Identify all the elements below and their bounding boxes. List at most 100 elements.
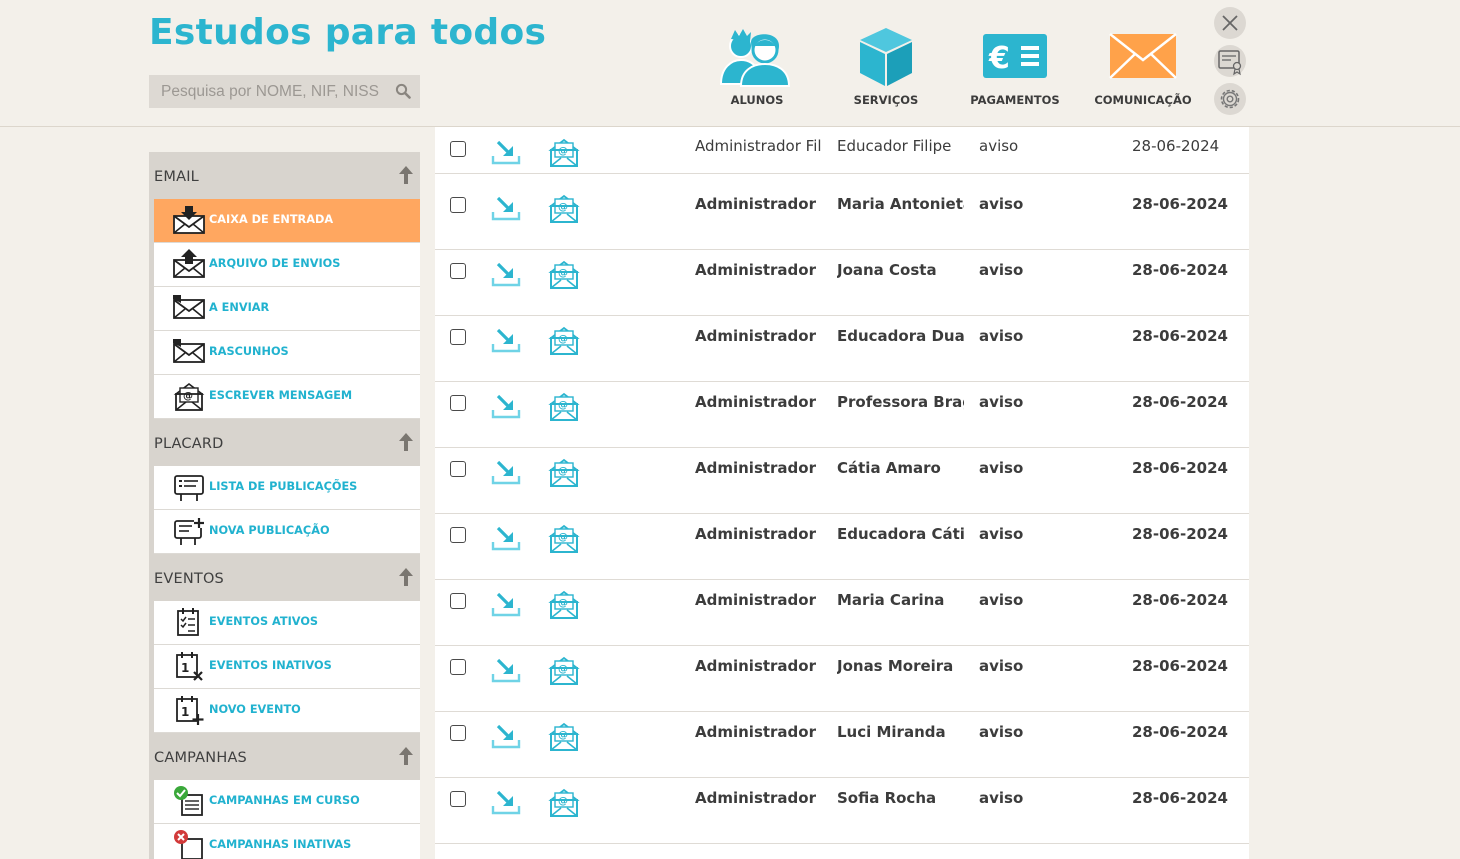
certificate-icon — [1218, 50, 1242, 76]
euro-icon: € — [981, 26, 1049, 90]
close-icon — [1222, 15, 1238, 31]
download-icon[interactable] — [491, 590, 521, 622]
sidebar: EMAIL CAIXA DE ENTRADA ARQUIVO DE ENVIOS… — [149, 152, 420, 859]
svg-text:@: @ — [558, 796, 568, 807]
message-date: 28-06-2024 — [1132, 789, 1228, 807]
open-message-icon[interactable]: @ — [548, 193, 580, 229]
message-row[interactable]: @ Administrador Filipe Educadora Duarte … — [435, 315, 1249, 382]
nav-servicos[interactable]: SERVIÇOS — [826, 26, 946, 112]
download-icon[interactable] — [491, 656, 521, 688]
sidebar-item-arquivo-de-envios[interactable]: ARQUIVO DE ENVIOS — [154, 243, 420, 287]
sidebar-item-a-enviar[interactable]: A ENVIAR — [154, 287, 420, 331]
search-box[interactable] — [149, 75, 420, 108]
download-icon[interactable] — [491, 194, 521, 226]
message-to: Professora Braga — [837, 393, 964, 411]
students-icon — [717, 26, 797, 94]
sidebar-item-eventos-inativos[interactable]: 1 EVENTOS INATIVOS — [154, 645, 420, 689]
sidebar-item-label: NOVA PUBLICAÇÃO — [209, 524, 330, 537]
message-date: 28-06-2024 — [1132, 459, 1228, 477]
sidebar-item-caixa-de-entrada[interactable]: CAIXA DE ENTRADA — [154, 199, 420, 243]
sidebar-item-label: ARQUIVO DE ENVIOS — [209, 257, 341, 270]
sidebar-item-rascunhos[interactable]: RASCUNHOS — [154, 331, 420, 375]
select-checkbox[interactable] — [450, 593, 466, 609]
message-date: 28-06-2024 — [1132, 723, 1228, 741]
sidebar-item-novo-evento[interactable]: 1 NOVO EVENTO — [154, 689, 420, 733]
message-row[interactable]: @ Administrador Filipe Cátia Amaro aviso… — [435, 447, 1249, 514]
download-icon[interactable] — [491, 458, 521, 490]
nav-comunicacao[interactable]: COMUNICAÇÃO — [1083, 26, 1203, 112]
message-row[interactable]: @ Administrador Filipe Professora Braga … — [435, 381, 1249, 448]
message-type: aviso — [979, 195, 1024, 213]
download-icon[interactable] — [491, 788, 521, 820]
nav-pagamentos[interactable]: € PAGAMENTOS — [955, 26, 1075, 112]
download-icon[interactable] — [491, 138, 521, 170]
search-icon[interactable] — [395, 83, 411, 103]
message-row[interactable]: @ Administrador Filipe Maria Carina avis… — [435, 579, 1249, 646]
open-message-icon[interactable]: @ — [548, 457, 580, 493]
message-row[interactable]: @ Administrador Filipe Maria Antonieta a… — [435, 183, 1249, 250]
message-date: 28-06-2024 — [1132, 137, 1220, 155]
sidebar-item-campanhas-inativas[interactable]: CAMPANHAS INATIVAS — [154, 824, 420, 859]
search-input[interactable] — [159, 80, 391, 104]
certificate-button[interactable] — [1214, 45, 1246, 77]
nav-alunos[interactable]: ALUNOS — [697, 26, 817, 112]
download-icon[interactable] — [491, 524, 521, 556]
message-row[interactable]: @ Administrador Filipe Educador Filipe a… — [435, 127, 1249, 174]
open-message-icon[interactable]: @ — [548, 589, 580, 625]
download-icon[interactable] — [491, 722, 521, 754]
collapse-arrow-icon[interactable] — [398, 746, 414, 770]
sidebar-item-lista-de-publicacoes[interactable]: LISTA DE PUBLICAÇÕES — [154, 466, 420, 510]
open-message-icon[interactable]: @ — [548, 523, 580, 559]
collapse-arrow-icon[interactable] — [398, 432, 414, 456]
collapse-arrow-icon[interactable] — [398, 567, 414, 591]
svg-text:@: @ — [558, 730, 568, 741]
download-icon[interactable] — [491, 392, 521, 424]
message-type: aviso — [979, 459, 1024, 477]
message-date: 28-06-2024 — [1132, 525, 1228, 543]
message-type: aviso — [979, 137, 1019, 155]
open-message-icon[interactable]: @ — [548, 391, 580, 427]
section-placard[interactable]: PLACARD — [149, 419, 420, 466]
select-checkbox[interactable] — [450, 791, 466, 807]
collapse-arrow-icon[interactable] — [398, 165, 414, 189]
select-checkbox[interactable] — [450, 395, 466, 411]
select-checkbox[interactable] — [450, 329, 466, 345]
message-row[interactable]: @ Administrador Filipe Luci Miranda avis… — [435, 711, 1249, 778]
section-eventos[interactable]: EVENTOS — [149, 554, 420, 601]
close-button[interactable] — [1214, 7, 1246, 39]
select-checkbox[interactable] — [450, 141, 466, 157]
download-icon[interactable] — [491, 260, 521, 292]
sidebar-item-nova-publicacao[interactable]: NOVA PUBLICAÇÃO — [154, 510, 420, 554]
open-message-icon[interactable]: @ — [548, 721, 580, 757]
outbox-icon — [172, 248, 206, 280]
message-date: 28-06-2024 — [1132, 195, 1228, 213]
message-row[interactable]: @ Administrador Filipe Educadora Cátia a… — [435, 513, 1249, 580]
sidebar-item-campanhas-em-curso[interactable]: CAMPANHAS EM CURSO — [154, 780, 420, 824]
inbox-icon — [172, 204, 206, 236]
open-message-icon[interactable]: @ — [548, 325, 580, 361]
sidebar-item-eventos-ativos[interactable]: EVENTOS ATIVOS — [154, 601, 420, 645]
select-checkbox[interactable] — [450, 263, 466, 279]
select-checkbox[interactable] — [450, 659, 466, 675]
open-message-icon[interactable]: @ — [548, 655, 580, 691]
section-campanhas[interactable]: CAMPANHAS — [149, 733, 420, 780]
svg-text:@: @ — [183, 391, 193, 402]
message-to: Educadora Cátia — [837, 525, 964, 543]
settings-button[interactable] — [1214, 83, 1246, 115]
select-checkbox[interactable] — [450, 461, 466, 477]
message-row[interactable]: @ Administrador Filipe Jonas Moreira avi… — [435, 645, 1249, 712]
message-row[interactable]: @ Administrador Filipe Joana Costa aviso… — [435, 249, 1249, 316]
sidebar-item-label: EVENTOS INATIVOS — [209, 659, 332, 672]
section-email[interactable]: EMAIL — [149, 152, 420, 199]
select-checkbox[interactable] — [450, 725, 466, 741]
select-checkbox[interactable] — [450, 197, 466, 213]
message-date: 28-06-2024 — [1132, 591, 1228, 609]
sidebar-item-escrever-mensagem[interactable]: @ ESCREVER MENSAGEM — [154, 375, 420, 419]
open-message-icon[interactable]: @ — [548, 137, 580, 173]
open-message-icon[interactable]: @ — [548, 787, 580, 823]
message-row[interactable]: @ Administrador Filipe Sofia Rocha aviso… — [435, 777, 1249, 844]
download-icon[interactable] — [491, 326, 521, 358]
open-message-icon[interactable]: @ — [548, 259, 580, 295]
message-date: 28-06-2024 — [1132, 327, 1228, 345]
select-checkbox[interactable] — [450, 527, 466, 543]
